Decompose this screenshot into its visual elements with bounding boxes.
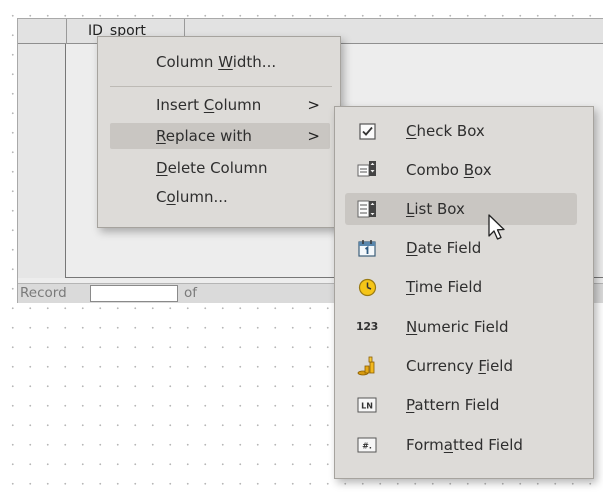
checkbox-icon — [357, 121, 377, 141]
submenu-item-currency-field[interactable]: Currency Field — [345, 350, 577, 382]
mouse-pointer-icon — [488, 214, 505, 240]
menu-item-column-properties[interactable]: Column... — [110, 184, 330, 210]
pattern-icon: LN — [357, 395, 377, 415]
submenu-arrow-icon: > — [307, 127, 320, 145]
combo-box-icon — [357, 160, 377, 180]
clock-icon — [357, 277, 377, 297]
svg-text:LN: LN — [361, 402, 373, 411]
list-box-icon — [357, 199, 377, 219]
submenu-item-time-field[interactable]: Time Field — [345, 271, 577, 303]
record-number-field[interactable] — [90, 285, 178, 302]
replace-with-submenu: Check Box Combo Box List Box Date Field … — [334, 106, 594, 479]
formatted-icon: #. — [357, 435, 377, 455]
header-divider — [66, 19, 67, 44]
submenu-arrow-icon: > — [307, 96, 320, 114]
column-context-menu: Column Width... Insert Column > Replace … — [97, 36, 341, 228]
menu-item-delete-column[interactable]: Delete Column — [110, 155, 330, 181]
numeric-icon: 123 — [355, 320, 379, 333]
submenu-item-formatted-field[interactable]: #. Formatted Field — [345, 429, 577, 461]
submenu-item-combo-box[interactable]: Combo Box — [345, 154, 577, 186]
submenu-item-pattern-field[interactable]: LN Pattern Field — [345, 389, 577, 421]
calendar-icon — [357, 238, 377, 258]
submenu-item-numeric-field[interactable]: 123 Numeric Field — [345, 311, 577, 343]
submenu-item-date-field[interactable]: Date Field — [345, 232, 577, 264]
submenu-item-list-box[interactable]: List Box — [345, 193, 577, 225]
currency-icon — [357, 356, 377, 376]
menu-item-column-width[interactable]: Column Width... — [110, 49, 330, 75]
record-label: Record — [20, 285, 67, 301]
svg-text:#.: #. — [362, 442, 372, 451]
menu-separator — [110, 86, 332, 87]
of-label: of — [184, 285, 198, 301]
menu-item-insert-column[interactable]: Insert Column > — [110, 92, 330, 118]
menu-item-replace-with[interactable]: Replace with > — [110, 123, 330, 149]
submenu-item-check-box[interactable]: Check Box — [345, 115, 577, 147]
row-header-column[interactable] — [18, 44, 66, 278]
